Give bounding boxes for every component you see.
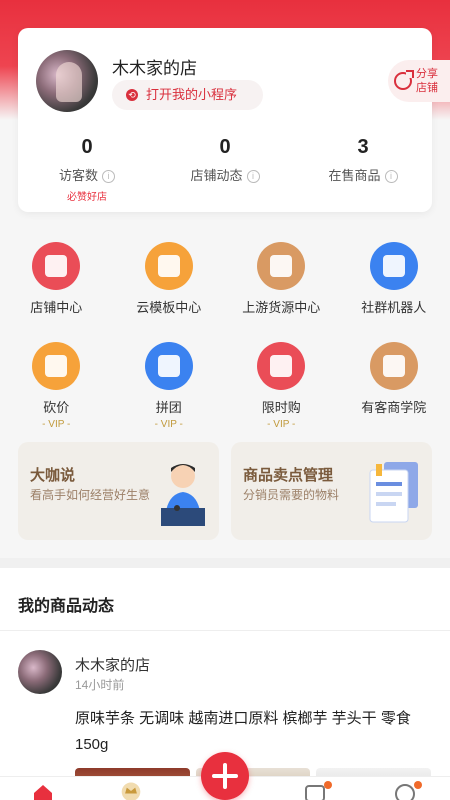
promo-subtitle: 看高手如何经营好生意	[30, 488, 151, 502]
flash-sale-icon	[257, 342, 306, 390]
box-icon	[257, 242, 306, 290]
post-text[interactable]: 原味芋条 无调味 越南进口原料 槟榔芋 芋头干 零食 150g	[75, 706, 431, 758]
stat-label: 店铺动态	[190, 168, 243, 183]
stat-sub-label[interactable]: 必赞好店	[18, 188, 156, 203]
post-avatar[interactable]	[18, 650, 62, 694]
mini-program-icon: ⟲	[126, 89, 138, 101]
shop-avatar[interactable]	[36, 50, 98, 112]
post-author: 木木家的店	[75, 657, 151, 674]
grid-item-label: 上游货源中心	[242, 300, 321, 315]
grid-item-label: 限时购	[261, 400, 301, 415]
chat-unread-dot	[414, 781, 422, 789]
promo-card-expert-talk[interactable]: 大咖说 看高手如何经营好生意	[18, 442, 219, 540]
grid-item-label: 社群机器人	[361, 300, 427, 315]
stat-label: 访客数	[58, 168, 98, 183]
share-icon	[394, 70, 414, 90]
info-icon[interactable]: i	[102, 170, 115, 183]
robot-icon	[369, 242, 418, 290]
promo-subtitle: 分销员需要的物料	[243, 488, 340, 502]
store-icon	[32, 242, 81, 290]
stat-shop-updates[interactable]: 0 店铺动态 i	[156, 136, 294, 206]
grid-item-supply-center[interactable]: 上游货源中心	[225, 236, 338, 336]
grid-item-label: 砍价	[43, 400, 70, 415]
bargain-icon	[32, 342, 81, 390]
grid-item-store-center[interactable]: 店铺中心	[0, 236, 113, 336]
feed-title: 我的商品动态	[18, 598, 115, 615]
stat-value: 0	[81, 136, 93, 158]
stat-label: 在售商品	[328, 168, 381, 183]
crown-icon	[369, 342, 418, 390]
stat-products-on-sale[interactable]: 3 在售商品 i	[294, 136, 432, 206]
post-time: 14小时前	[75, 678, 125, 692]
stat-value: 3	[357, 136, 369, 158]
promo-title: 大咖说	[30, 467, 76, 484]
stat-value: 0	[219, 136, 231, 158]
speaker-illustration-icon	[161, 464, 205, 526]
open-mini-program-button[interactable]: ⟲ 打开我的小程序	[112, 80, 264, 110]
group-buy-icon	[144, 342, 193, 390]
shop-stats: 0 访客数 i 必赞好店 0 店铺动态 i 3 在售商品 i	[18, 136, 432, 206]
home-tab-icon[interactable]	[32, 783, 54, 800]
document-illustration-icon	[369, 462, 418, 523]
grid-item-community-robot[interactable]: 社群机器人	[338, 236, 450, 336]
section-divider	[0, 558, 450, 568]
crown-tab-icon[interactable]	[120, 781, 142, 800]
info-icon[interactable]: i	[246, 170, 260, 183]
grid-item-flash-sale[interactable]: 限时购 - VIP -	[225, 336, 338, 436]
vip-badge: - VIP -	[267, 419, 296, 430]
share-shop-label: 分享店铺	[416, 68, 438, 94]
shop-name: 木木家的店	[112, 59, 197, 78]
grid-item-label: 云模板中心	[136, 300, 202, 315]
chat-tab-icon[interactable]	[394, 783, 416, 800]
open-mini-program-label: 打开我的小程序	[146, 87, 238, 102]
shop-card: 木木家的店 ⟲ 打开我的小程序 分享店铺 0 访客数 i 必赞好店 0 店铺动态 i…	[18, 28, 450, 212]
vip-badge: - VIP -	[42, 419, 71, 430]
grid-item-label: 有客商学院	[361, 400, 427, 415]
feed-separator	[0, 630, 450, 631]
promo-card-selling-points[interactable]: 商品卖点管理 分销员需要的物料	[231, 442, 432, 540]
promo-title: 商品卖点管理	[243, 467, 334, 484]
stat-visitors[interactable]: 0 访客数 i 必赞好店	[18, 136, 156, 206]
grid-item-template-center[interactable]: 云模板中心	[113, 236, 226, 336]
grid-item-business-academy[interactable]: 有客商学院	[338, 336, 450, 436]
grid-item-bargain[interactable]: 砍价 - VIP -	[0, 336, 113, 436]
grid-item-label: 店铺中心	[30, 300, 83, 315]
template-icon	[144, 242, 193, 290]
message-unread-dot	[324, 781, 332, 789]
grid-item-label: 拼团	[155, 400, 182, 415]
add-button[interactable]	[201, 752, 249, 800]
info-icon[interactable]: i	[384, 170, 398, 183]
message-tab-icon[interactable]	[304, 783, 326, 800]
grid-item-group-buy[interactable]: 拼团 - VIP -	[113, 336, 226, 436]
vip-badge: - VIP -	[154, 419, 183, 430]
share-shop-button[interactable]: 分享店铺	[388, 60, 450, 102]
feature-grid: 店铺中心 云模板中心 上游货源中心 社群机器人 砍价 - VIP - 拼团 - …	[0, 236, 450, 436]
